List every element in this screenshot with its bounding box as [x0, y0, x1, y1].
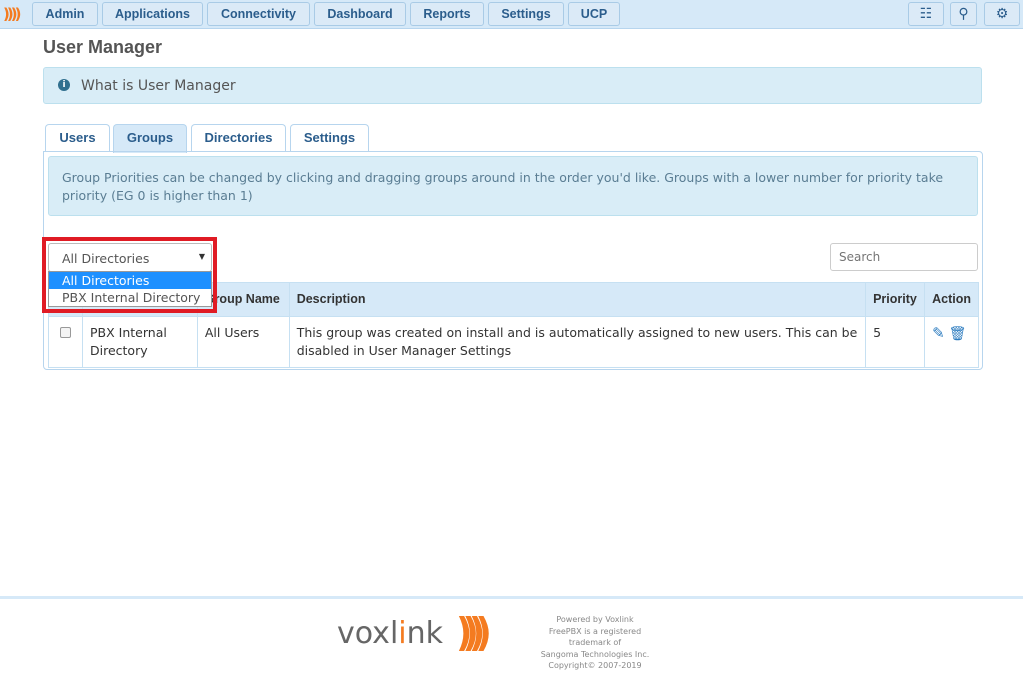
footer-line: FreePBX is a registered trademark of — [548, 626, 642, 648]
nav-reports[interactable]: Reports — [410, 2, 484, 26]
highlight-box — [42, 237, 217, 313]
nav-settings[interactable]: Settings — [488, 2, 564, 26]
language-icon[interactable]: ☷ — [908, 2, 944, 26]
footer-line: Powered by Voxlink — [556, 615, 634, 624]
nav-admin[interactable]: Admin — [32, 2, 98, 26]
row-checkbox[interactable] — [60, 327, 71, 338]
footer-line: Copyright© 2007-2019 — [548, 661, 642, 670]
info-label: What is User Manager — [81, 78, 236, 94]
tab-groups[interactable]: Groups — [113, 124, 187, 153]
nav-ucp[interactable]: UCP — [568, 2, 620, 26]
tab-users[interactable]: Users — [45, 124, 110, 152]
nav-connectivity[interactable]: Connectivity — [207, 2, 310, 26]
gear-icon[interactable]: ⚙ — [984, 2, 1020, 26]
voxlink-logo: voxlink — [337, 616, 444, 651]
footer — [0, 596, 1023, 673]
freepbx-logo-icon[interactable]: )))) — [3, 5, 22, 23]
page-title: User Manager — [43, 37, 163, 57]
top-nav-bar: )))) Admin Applications Connectivity Das… — [0, 0, 1023, 29]
priority-header[interactable]: Priority — [865, 282, 926, 317]
edit-icon[interactable]: ✎ — [932, 324, 945, 342]
footer-text: Powered by Voxlink FreePBX is a register… — [530, 614, 660, 672]
action-header: Action — [924, 282, 979, 317]
nav-dashboard[interactable]: Dashboard — [314, 2, 406, 26]
priority-alert: Group Priorities can be changed by click… — [48, 156, 978, 216]
footer-line: Sangoma Technologies Inc. — [540, 649, 650, 659]
trash-icon[interactable]: 🗑 — [949, 326, 967, 342]
search-icon[interactable]: ⚲ — [950, 2, 977, 26]
tab-directories[interactable]: Directories — [191, 124, 286, 152]
what-is-user-manager[interactable]: i What is User Manager — [43, 67, 982, 104]
nav-applications[interactable]: Applications — [102, 2, 203, 26]
description-header[interactable]: Description — [288, 282, 867, 317]
action-cell: ✎ 🗑 — [924, 316, 979, 368]
table-row[interactable]: PBX Internal Directory All Users This gr… — [48, 316, 979, 368]
voxlink-mark-icon: )))) — [456, 610, 492, 657]
directory-cell: PBX Internal Directory — [82, 316, 198, 368]
tab-settings[interactable]: Settings — [290, 124, 369, 152]
description-cell: This group was created on install and is… — [288, 316, 867, 368]
search-input[interactable] — [830, 243, 978, 271]
priority-cell: 5 — [865, 316, 926, 368]
info-icon: i — [58, 79, 70, 91]
group-name-cell: All Users — [196, 316, 290, 368]
